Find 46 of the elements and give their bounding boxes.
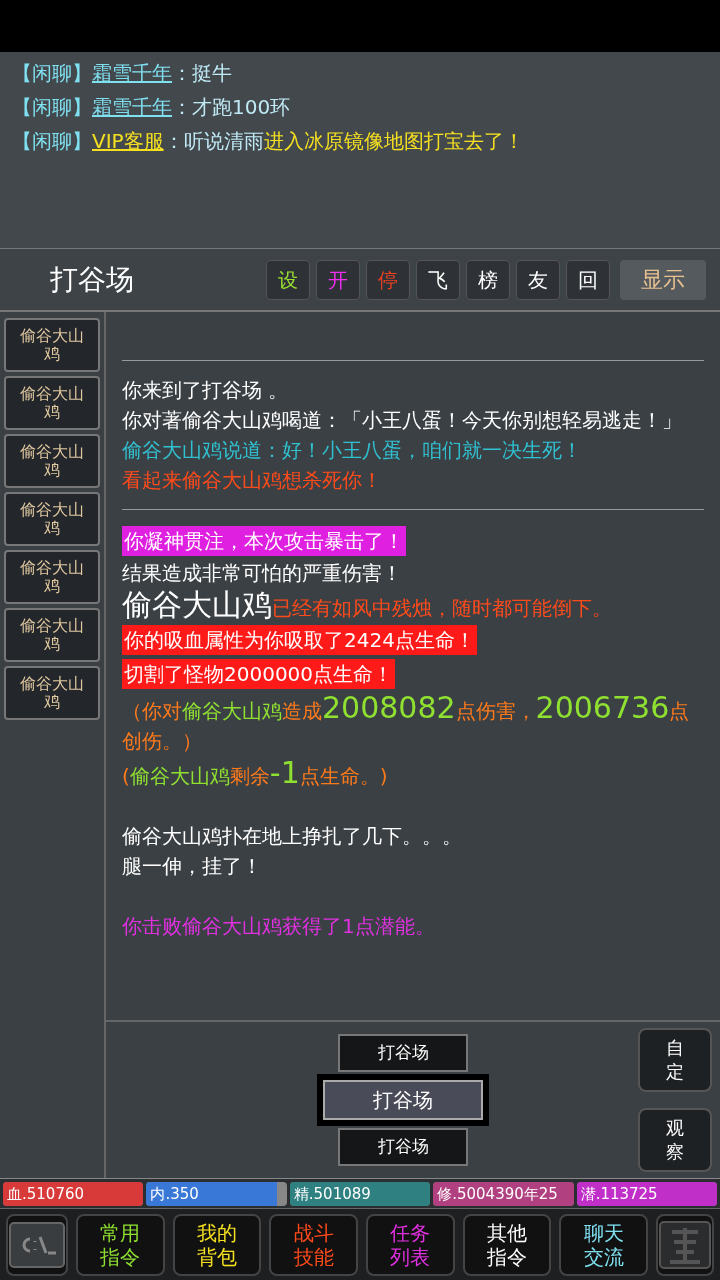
log-line: 偷谷大山鸡已经有如风中残烛，随时都可能倒下。 — [122, 588, 613, 623]
stat-bar: 修.5004390年25 — [433, 1181, 574, 1206]
log-line: 你来到了打谷场 。 — [122, 377, 290, 404]
monster-button[interactable]: 偷谷大山鸡 — [4, 376, 100, 430]
log-line: (偷谷大山鸡剩余-1点生命。) — [122, 756, 389, 791]
tool-button[interactable]: 开 — [316, 259, 360, 300]
log-line: 结果造成非常可怕的严重伤害！ — [122, 560, 403, 587]
monster-button[interactable]: 偷谷大山鸡 — [4, 434, 100, 488]
menu-button[interactable]: 聊天交流 — [559, 1213, 649, 1276]
menu-button[interactable]: 战斗技能 — [269, 1213, 358, 1276]
stat-bar: 血.510760 — [3, 1181, 144, 1206]
location-button[interactable]: 打谷场 — [338, 1034, 468, 1072]
log-line: 腿一伸，挂了！ — [122, 853, 263, 880]
stat-bar: 内.350 — [146, 1181, 287, 1206]
tool-button[interactable]: 友 — [516, 259, 560, 300]
monster-button[interactable]: 偷谷大山鸡 — [4, 318, 100, 372]
monster-button[interactable]: 偷谷大山鸡 — [4, 666, 100, 720]
action-button[interactable]: 观察 — [638, 1108, 712, 1172]
location-button[interactable]: 打谷场 — [338, 1128, 468, 1166]
chat-message: 【闲聊】霜雪千年：挺牛 — [12, 60, 233, 86]
tool-button[interactable]: 设 — [266, 259, 310, 300]
location-title: 打谷场 — [50, 261, 135, 298]
monster-button[interactable]: 偷谷大山鸡 — [4, 492, 100, 546]
log-line: 你击败偷谷大山鸡获得了1点潜能。 — [122, 913, 436, 940]
menu-button[interactable]: 任务列表 — [366, 1213, 455, 1276]
menu-button[interactable]: 常用指令 — [76, 1213, 165, 1276]
tool-button[interactable]: 飞 — [416, 259, 460, 300]
log-line: 看起来偷谷大山鸡想杀死你！ — [122, 467, 383, 494]
terminal-button[interactable] — [6, 1213, 68, 1276]
stat-bar: 精.501089 — [289, 1181, 431, 1206]
stat-bar: 潜.113725 — [576, 1181, 718, 1206]
tool-button[interactable]: 回 — [566, 259, 610, 300]
monster-button[interactable]: 偷谷大山鸡 — [4, 608, 100, 662]
menu-button[interactable]: 其他指令 — [462, 1213, 552, 1276]
menu-button[interactable]: 我的背包 — [172, 1213, 262, 1276]
action-button[interactable]: 自定 — [638, 1028, 712, 1092]
log-line: 偷谷大山鸡说道：好！小王八蛋，咱们就一决生死！ — [122, 437, 583, 464]
tool-button[interactable]: 榜 — [466, 259, 510, 300]
monster-button[interactable]: 偷谷大山鸡 — [4, 550, 100, 604]
show-button[interactable]: 显示 — [620, 259, 706, 300]
log-line: 偷谷大山鸡扑在地上挣扎了几下。。。 — [122, 823, 463, 850]
chat-message: 【闲聊】霜雪千年：才跑100环 — [12, 94, 292, 120]
terminal-icon — [8, 1220, 66, 1269]
log-line: （你对偷谷大山鸡造成2008082点伤害，2006736点创伤。） — [122, 691, 691, 755]
chat-message: 【闲聊】VIP客服：听说清雨进入冰原镜像地图打宝去了！ — [12, 128, 525, 154]
log-line: 你对著偷谷大山鸡喝道：「小王八蛋！今天你别想轻易逃走！」 — [122, 407, 683, 434]
